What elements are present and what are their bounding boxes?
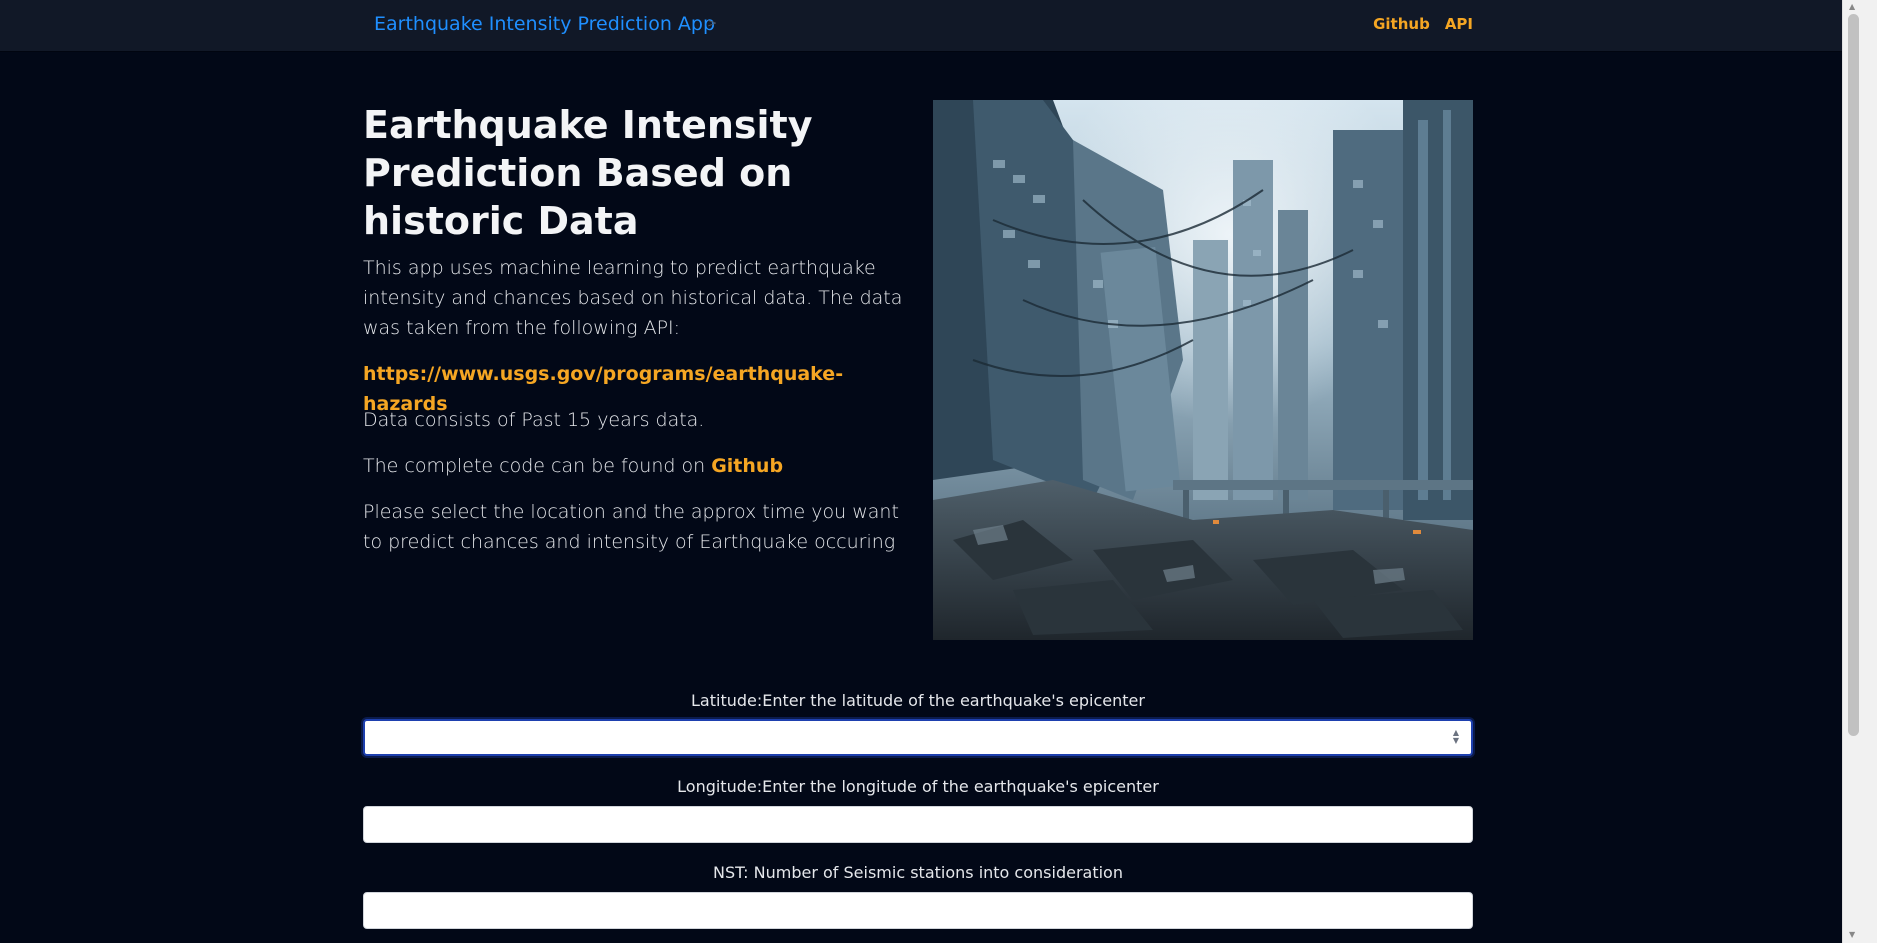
chevron-right-icon: > [707,16,718,30]
navbar: Earthquake Intensity Prediction App > Gi… [0,0,1842,51]
scroll-down-icon[interactable]: ▼ [1849,930,1855,939]
page-title: Earthquake Intensity Prediction Based on… [363,103,813,243]
latitude-input[interactable] [363,719,1473,756]
nav-links: Github API [1373,15,1473,33]
longitude-input[interactable] [363,806,1473,843]
scroll-up-icon[interactable]: ▲ [1849,2,1855,11]
nst-label: NST: Number of Seismic stations into con… [713,863,1123,882]
intro-text: This app uses machine learning to predic… [363,257,903,339]
nst-input[interactable] [363,892,1473,929]
code-github-link[interactable]: Github [711,455,783,477]
nav-link-api[interactable]: API [1445,15,1473,33]
longitude-label: Longitude:Enter the longitude of the ear… [677,777,1159,796]
spinner-arrows-icon[interactable]: ▲ ▼ [1451,729,1461,747]
page: Earthquake Intensity Prediction App > Gi… [0,0,1842,943]
nav-link-github[interactable]: Github [1373,15,1430,33]
data-note: Data consists of Past 15 years data. [363,409,705,431]
scrollbar-thumb[interactable] [1848,14,1859,736]
brand-link[interactable]: Earthquake Intensity Prediction App [374,13,715,35]
ruined-city-illustration [933,100,1473,640]
instruction-text: Please select the location and the appro… [363,501,899,553]
latitude-label: Latitude:Enter the latitude of the earth… [691,691,1145,710]
hero-image [933,100,1473,640]
code-prefix: The complete code can be found on [363,455,712,477]
code-paragraph: The complete code can be found on Github [363,451,908,481]
